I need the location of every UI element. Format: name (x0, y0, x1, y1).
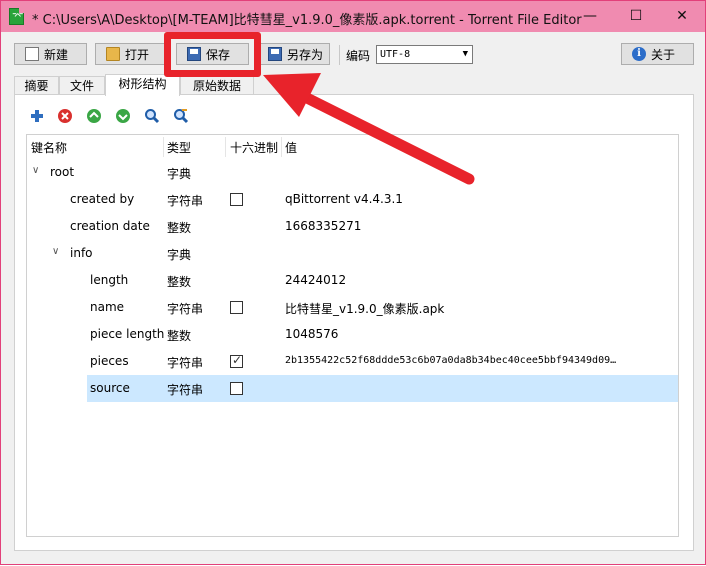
app-window: ⌤ * C:\Users\A\Desktop\[M-TEAM]比特彗星_v1.9… (0, 0, 706, 565)
annotation-arrow (263, 73, 475, 185)
